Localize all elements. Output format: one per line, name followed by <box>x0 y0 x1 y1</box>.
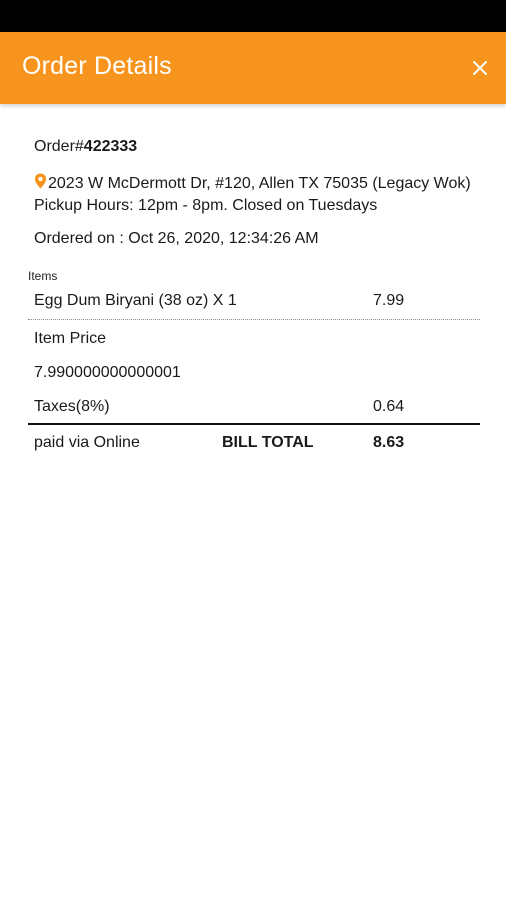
bill-total-row: paid via Online BILL TOTAL 8.63 <box>34 434 479 452</box>
close-icon <box>473 61 487 75</box>
dotted-divider <box>28 319 480 320</box>
item-price-label: Item Price <box>34 330 107 347</box>
order-number-value: 422333 <box>83 138 138 155</box>
item-price-value: 7.990000000000001 <box>34 364 181 381</box>
status-bar <box>0 0 506 32</box>
address-text: 2023 W McDermott Dr, #120, Allen TX 7503… <box>34 175 471 214</box>
items-label: Items <box>28 269 58 283</box>
tax-value: 0.64 <box>373 398 405 415</box>
app-bar: Order Details <box>0 32 506 104</box>
ordered-on: Ordered on : Oct 26, 2020, 12:34:26 AM <box>34 230 319 247</box>
page-title: Order Details <box>22 52 172 80</box>
total-divider <box>28 423 480 425</box>
close-button[interactable] <box>462 50 498 86</box>
payment-method: paid via Online <box>34 434 140 451</box>
list-item: Egg Dum Biryani (38 oz) X 1 7.99 <box>34 292 479 310</box>
item-price: 7.99 <box>373 292 405 309</box>
item-name: Egg Dum Biryani (38 oz) X 1 <box>34 292 237 309</box>
tax-row: Taxes(8%) 0.64 <box>34 398 479 416</box>
order-number: Order#422333 <box>34 138 137 156</box>
bill-total-label: BILL TOTAL <box>222 434 314 451</box>
bill-total-value: 8.63 <box>373 434 405 451</box>
pickup-address: 2023 W McDermott Dr, #120, Allen TX 7503… <box>34 173 479 217</box>
map-pin-icon <box>34 173 47 189</box>
order-number-prefix: Order# <box>34 138 84 155</box>
tax-label: Taxes(8%) <box>34 398 110 415</box>
